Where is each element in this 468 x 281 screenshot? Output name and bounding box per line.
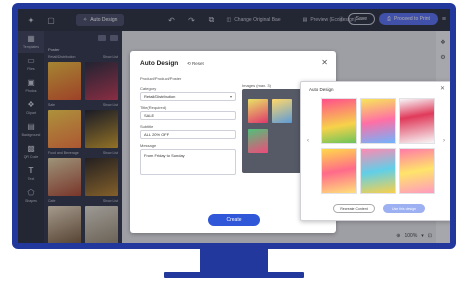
monitor-neck [200, 249, 268, 273]
create-button[interactable]: Create [208, 214, 260, 226]
uploaded-image[interactable] [272, 99, 292, 123]
design-result-card[interactable] [321, 148, 357, 194]
chevron-right-icon[interactable]: › [443, 138, 445, 144]
chevron-down-icon: ▾ [229, 94, 232, 99]
monitor-illustration: ✦ ▢ ✧ Auto Design ↶ ↷ ⧉ ◫ Change Origina… [0, 0, 468, 281]
design-result-card[interactable] [399, 98, 435, 144]
images-label: Images (max. 3) [242, 83, 271, 88]
close-icon[interactable]: ✕ [440, 85, 445, 92]
results-title: Auto Design [309, 87, 334, 92]
title-input[interactable]: SALE [140, 111, 236, 120]
category-select[interactable]: Retail/Distribution ▾ [140, 92, 236, 101]
results-grid [321, 98, 435, 194]
uploaded-image[interactable] [248, 129, 268, 153]
reset-button[interactable]: ⟲ Reset [187, 61, 204, 67]
design-result-card[interactable] [321, 98, 357, 144]
design-result-card[interactable] [360, 148, 396, 194]
modal-title: Auto Design [140, 60, 179, 67]
reset-icon: ⟲ [187, 61, 191, 66]
app-screen: ✦ ▢ ✧ Auto Design ↶ ↷ ⧉ ◫ Change Origina… [18, 9, 450, 243]
monitor-base [164, 272, 304, 278]
subtitle-input[interactable]: ALL 20% OFF [140, 130, 236, 139]
title-label: Title(Required) [140, 105, 167, 110]
uploaded-image[interactable] [248, 99, 268, 123]
use-design-button[interactable]: Use this design [383, 204, 425, 213]
design-result-card[interactable] [360, 98, 396, 144]
auto-design-results-popup: Auto Design ✕ ‹ › Recreate Content Use t… [300, 81, 450, 221]
recreate-button[interactable]: Recreate Content [333, 204, 375, 213]
message-label: Message [140, 143, 157, 148]
product-label: Product/Product/Poster [140, 76, 182, 81]
category-label: Category [140, 86, 157, 91]
close-icon[interactable]: ✕ [321, 58, 328, 67]
chevron-left-icon[interactable]: ‹ [307, 138, 309, 144]
design-result-card[interactable] [399, 148, 435, 194]
subtitle-label: Subtitle [140, 124, 154, 129]
message-textarea[interactable]: From Friday to Sunday [140, 149, 236, 175]
